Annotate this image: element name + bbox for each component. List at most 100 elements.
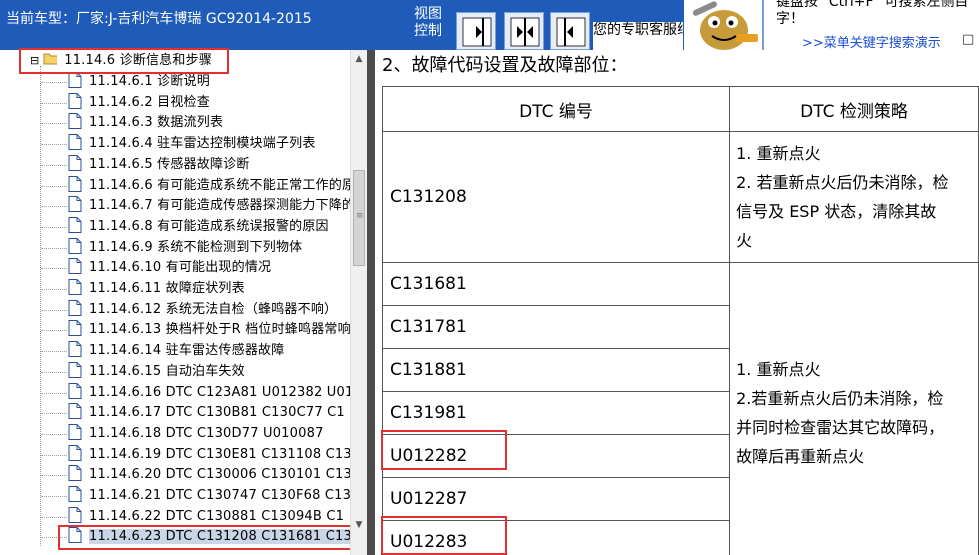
tree-item-label: 11.14.6.19 DTC C130E81 C131108 C13 bbox=[89, 446, 350, 462]
tree-item[interactable]: 11.14.6.1 诊断说明 bbox=[68, 72, 210, 92]
tree-item[interactable]: 11.14.6.19 DTC C130E81 C131108 C13 bbox=[68, 444, 350, 465]
strategy-line: 2.若重新点火后仍未消除，检 bbox=[736, 389, 944, 408]
dtc-code-cell: C131681 bbox=[381, 262, 731, 306]
tree-guide-line bbox=[41, 392, 67, 394]
view-control-label: 视图控制 bbox=[414, 6, 442, 39]
scroll-down-icon[interactable]: ▼ bbox=[351, 520, 367, 534]
tree-item[interactable]: 11.14.6.18 DTC C130D77 U010087 bbox=[68, 423, 324, 444]
close-icon[interactable]: □ bbox=[962, 32, 974, 47]
tree-item-label: 11.14.6.17 DTC C130B81 C130C77 C1 bbox=[89, 405, 345, 421]
document-icon bbox=[68, 92, 82, 109]
tree-item-label: 11.14.6.12 系统无法自检（蜂鸣器不响） bbox=[89, 301, 338, 317]
document-icon bbox=[68, 486, 82, 502]
tree-guide-line bbox=[40, 66, 41, 546]
tree-guide-line bbox=[41, 247, 67, 249]
tree-item[interactable]: 11.14.6.5 传感器故障诊断 bbox=[68, 154, 250, 175]
navigation-tree: ⊟ 11.14.6 诊断信息和步骤 11.14.6.1 诊断说明 11.14.6.2 … bbox=[0, 50, 350, 555]
view-button-left[interactable] bbox=[456, 12, 496, 50]
tree-item[interactable]: 11.14.6.9 系统不能检测到下列物体 bbox=[68, 237, 302, 258]
tree-item[interactable]: 11.14.6.16 DTC C123A81 U012382 U01 bbox=[68, 382, 350, 403]
scroll-up-icon[interactable]: ▲ bbox=[351, 54, 367, 68]
strategy-line: 并同时检查雷达其它故障码， bbox=[736, 418, 945, 437]
tree-item[interactable]: 11.14.6.2 目视检查 bbox=[68, 92, 210, 113]
tree-item[interactable]: 11.14.6.12 系统无法自检（蜂鸣器不响） bbox=[68, 299, 338, 320]
tree-item-label: 11.14.6.15 自动泊车失效 bbox=[89, 363, 245, 379]
column-header-dtc-code: DTC 编号 bbox=[381, 86, 731, 132]
tree-item[interactable]: 11.14.6.14 驻车雷达传感器故障 bbox=[68, 341, 284, 361]
folder-open-icon bbox=[43, 53, 58, 65]
pane-splitter[interactable] bbox=[367, 50, 375, 555]
tree-item-label: 11.14.6.1 诊断说明 bbox=[89, 74, 210, 89]
dtc-code-cell: U012283 bbox=[381, 520, 731, 555]
tree-item-label: 11.14.6.2 目视检查 bbox=[89, 94, 210, 110]
document-icon bbox=[68, 527, 82, 544]
strategy-line: 2. 若重新点火后仍未消除，检 bbox=[736, 173, 949, 192]
tree-guide-line bbox=[41, 82, 67, 83]
document-icon bbox=[68, 382, 82, 399]
tree-item[interactable]: 11.14.6.21 DTC C130747 C130F68 C13 bbox=[68, 486, 350, 506]
mechanic-mascot-image bbox=[684, 0, 766, 50]
tree-item[interactable]: 11.14.6.7 有可能造成传感器探测能力下降的 bbox=[68, 196, 350, 216]
tree-item[interactable]: 11.14.6.11 故障症状列表 bbox=[68, 279, 245, 299]
document-icon bbox=[68, 175, 82, 192]
tree-item[interactable]: 11.14.6.10 有可能出现的情况 bbox=[68, 258, 271, 278]
document-icon bbox=[68, 403, 82, 420]
tree-item[interactable]: 11.14.6.23 DTC C131208 C131681 C13 bbox=[68, 527, 350, 547]
tree-item[interactable]: 11.14.6.6 有可能造成系统不能正常工作的原 bbox=[68, 175, 350, 196]
document-icon bbox=[68, 506, 82, 523]
tree-guide-line bbox=[41, 371, 67, 373]
dtc-code-cell: U012287 bbox=[381, 477, 731, 521]
section-heading: 2、故障代码设置及故障部位： bbox=[382, 55, 628, 76]
strategy-line: 信号及 ESP 状态，清除其故 bbox=[736, 202, 937, 221]
tree-guide-line bbox=[41, 537, 67, 539]
tree-guide-line bbox=[41, 454, 67, 456]
view-button-both[interactable] bbox=[504, 12, 544, 50]
document-icon bbox=[68, 196, 82, 213]
tree-item[interactable]: 11.14.6.8 有可能造成系统误报警的原因 bbox=[68, 216, 329, 237]
tree-item-label: 11.14.6.4 驻车雷达控制模块端子列表 bbox=[89, 136, 316, 152]
tree-item-label: 11.14.6.14 驻车雷达传感器故障 bbox=[89, 343, 285, 359]
tree-guide-line bbox=[41, 226, 67, 228]
split-both-icon bbox=[510, 17, 540, 47]
tree-item-label: 11.14.6.23 DTC C131208 C131681 C13 bbox=[89, 529, 350, 545]
tree-item-label: 11.14.6.8 有可能造成系统误报警的原因 bbox=[89, 218, 329, 234]
document-icon bbox=[68, 237, 82, 254]
tree-node-root[interactable]: ⊟ 11.14.6 诊断信息和步骤 bbox=[30, 51, 212, 71]
tree-guide-line bbox=[41, 185, 67, 187]
tree-scrollbar[interactable]: ▲ ≡ ▼ bbox=[350, 50, 367, 555]
dtc-table: DTC 编号 DTC 检测策略 C131208 1. 重新点火 2. 若重新点火… bbox=[381, 86, 979, 555]
collapse-toggle-icon[interactable]: ⊟ bbox=[30, 54, 39, 67]
document-icon bbox=[68, 465, 82, 482]
tree-item[interactable]: 11.14.6.13 换档杆处于R 档位时蜂鸣器常响 bbox=[68, 320, 350, 340]
document-icon bbox=[68, 72, 82, 88]
document-icon bbox=[68, 279, 82, 295]
tree-guide-line bbox=[41, 413, 67, 415]
tree-item[interactable]: 11.14.6.15 自动泊车失效 bbox=[68, 361, 245, 382]
search-demo-link[interactable]: >>菜单关键字搜索演示 bbox=[802, 32, 941, 50]
grip-icon: ≡ bbox=[356, 211, 364, 221]
strategy-line: 火 bbox=[736, 231, 753, 250]
document-icon bbox=[68, 134, 82, 151]
strategy-line: 1. 重新点火 bbox=[736, 360, 821, 379]
document-icon bbox=[68, 361, 82, 378]
view-button-right[interactable] bbox=[550, 12, 590, 50]
tree-item-label: 11.14.6.18 DTC C130D77 U010087 bbox=[89, 425, 324, 441]
tree-item[interactable]: 11.14.6.17 DTC C130B81 C130C77 C1 bbox=[68, 403, 345, 423]
document-icon bbox=[68, 113, 82, 130]
tree-guide-line bbox=[41, 475, 67, 477]
tree-guide-line bbox=[41, 433, 67, 435]
document-icon bbox=[68, 320, 82, 337]
tree-item[interactable]: 11.14.6.4 驻车雷达控制模块端子列表 bbox=[68, 134, 316, 154]
tree-item-label: 11.14.6.20 DTC C130006 C130101 C13 bbox=[89, 467, 350, 483]
tree-item[interactable]: 11.14.6.3 数据流列表 bbox=[68, 113, 223, 133]
scrollbar-thumb[interactable]: ≡ bbox=[353, 170, 365, 266]
dtc-code-cell: C131781 bbox=[381, 305, 731, 349]
tree-item[interactable]: 11.14.6.20 DTC C130006 C130101 C13 bbox=[68, 465, 350, 485]
tree-item[interactable]: 11.14.6.22 DTC C130881 C13094B C1 bbox=[68, 506, 345, 527]
tree-item-label: 11.14.6.22 DTC C130881 C13094B C1 bbox=[89, 508, 345, 524]
tree-guide-line bbox=[41, 102, 67, 104]
tree-guide-line bbox=[41, 268, 67, 270]
tree-item-label: 11.14.6.6 有可能造成系统不能正常工作的原 bbox=[89, 177, 350, 193]
search-tip-box: 键盘按 "Ctrl+F" 可搜索左侧目字！ >>菜单关键字搜索演示 □ bbox=[762, 0, 979, 50]
dtc-code-cell: U012282 bbox=[381, 434, 731, 478]
